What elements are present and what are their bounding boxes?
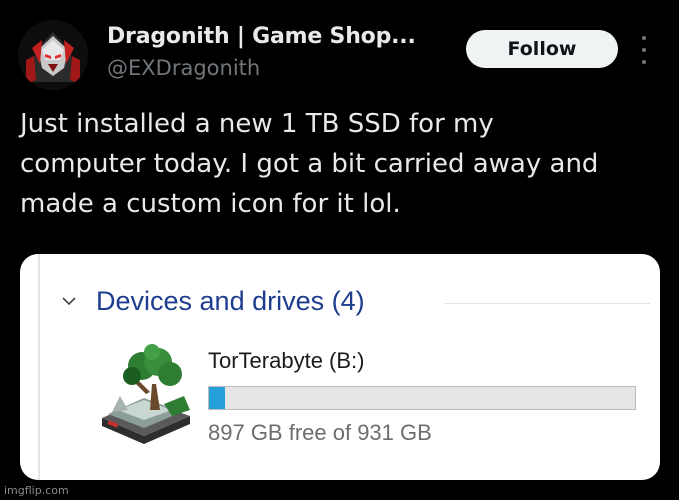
attached-screenshot[interactable]: Devices and drives (4) TorTerabyte (B:) xyxy=(20,254,660,480)
tree-island-drive-icon[interactable] xyxy=(94,344,196,444)
drive-usage-bar xyxy=(208,386,636,410)
tweet-text-line: made a custom icon for it lol. xyxy=(20,189,401,219)
follow-button[interactable]: Follow xyxy=(466,30,618,68)
author-handle[interactable]: @EXDragonith xyxy=(107,56,260,80)
chevron-down-icon[interactable] xyxy=(62,296,76,306)
tweet-text-line: Just installed a new 1 TB SSD for my xyxy=(20,109,494,139)
tweet-text-line: computer today. I got a bit carried away… xyxy=(20,149,599,179)
avatar[interactable] xyxy=(18,20,88,90)
tweet-text: Just installed a new 1 TB SSD for my com… xyxy=(20,104,660,224)
section-divider xyxy=(444,303,650,304)
drive-name[interactable]: TorTerabyte (B:) xyxy=(208,348,365,374)
watermark: imgflip.com xyxy=(4,484,69,497)
more-vertical-icon[interactable] xyxy=(638,36,650,64)
drive-usage-fill xyxy=(209,387,225,409)
tweet: Dragonith | Game Shop... @EXDragonith Fo… xyxy=(0,0,679,500)
armored-robot-avatar-icon xyxy=(18,20,88,90)
section-title[interactable]: Devices and drives (4) xyxy=(96,286,365,317)
author-display-name[interactable]: Dragonith | Game Shop... xyxy=(107,24,416,49)
window-edge xyxy=(38,254,40,480)
drive-free-space: 897 GB free of 931 GB xyxy=(208,420,432,445)
